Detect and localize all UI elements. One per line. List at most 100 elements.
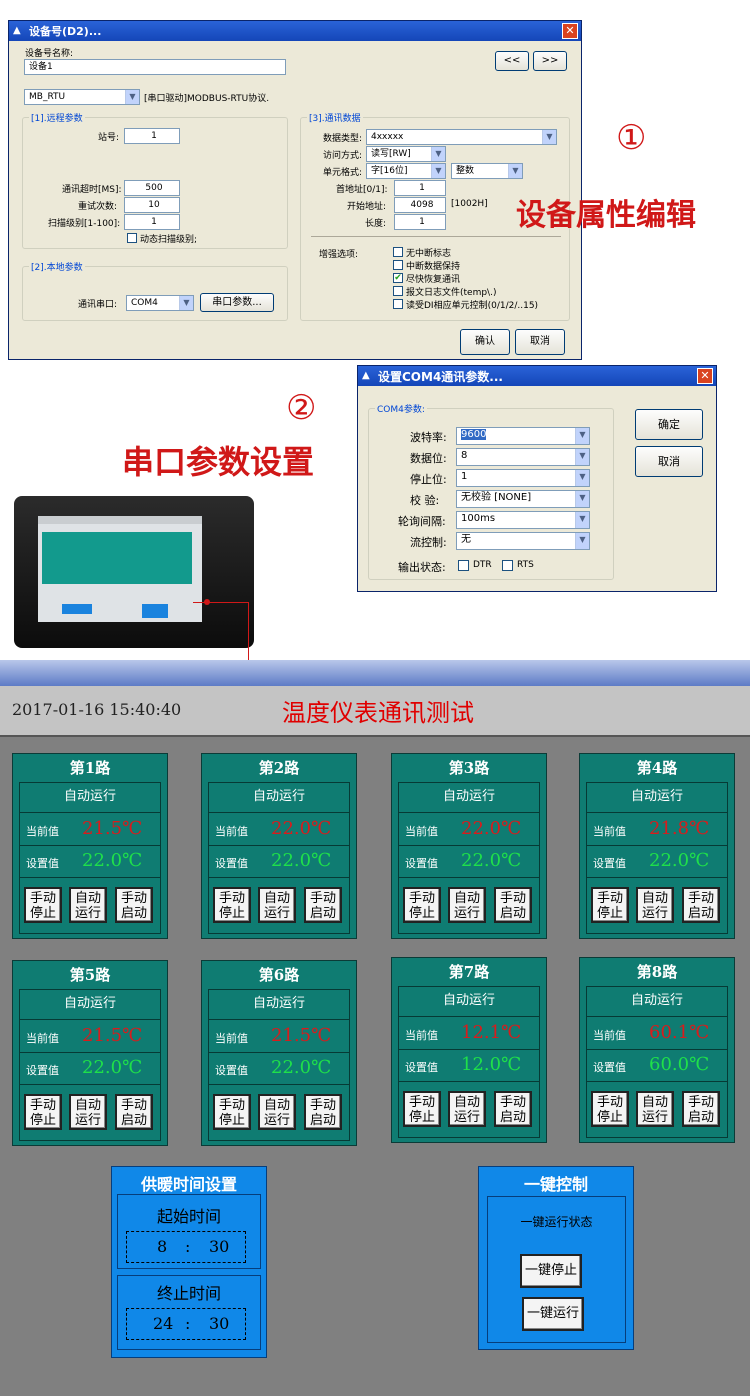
rts-label: RTS: [517, 560, 534, 570]
chevron-down-icon: ▼: [575, 533, 589, 549]
setpoint-value[interactable]: 22.0℃: [82, 1057, 142, 1078]
manual-start-button[interactable]: 手动 启动: [494, 1091, 532, 1127]
channel-button-bar: 手动 停止 自动 运行 手动 启动: [209, 1086, 349, 1141]
scan-level-input[interactable]: 1: [124, 214, 180, 230]
annotation-1-text: 设备属性编辑: [516, 198, 696, 233]
auto-run-button[interactable]: 自动 运行: [636, 887, 674, 923]
end-hour: 24: [153, 1314, 174, 1333]
setpoint-value[interactable]: 22.0℃: [271, 850, 331, 871]
flow-control-select[interactable]: 无 ▼: [456, 532, 590, 550]
first-addr-input[interactable]: 1: [394, 180, 446, 196]
chevron-down-icon: ▼: [179, 296, 193, 310]
manual-start-button[interactable]: 手动 启动: [304, 887, 342, 923]
one-key-stop-button[interactable]: 一键停止: [520, 1254, 582, 1288]
opt-log-file-checkbox[interactable]: [393, 286, 403, 296]
manual-stop-button[interactable]: 手动 停止: [403, 887, 441, 923]
first-addr-label: 首地址[0/1]:: [336, 185, 388, 195]
current-value: 21.8℃: [649, 818, 710, 839]
station-label: 站号:: [98, 133, 120, 143]
timeout-input[interactable]: 500: [124, 180, 180, 196]
serial-port-select[interactable]: COM4 ▼: [126, 295, 194, 311]
driver-select-value: MB_RTU: [29, 92, 66, 102]
opt-hold-data-checkbox[interactable]: [393, 260, 403, 270]
current-label: 当前值: [215, 825, 248, 838]
dynamic-scan-label: 动态扫描级别;: [140, 235, 198, 245]
number-format-select[interactable]: 整数 ▼: [451, 163, 523, 179]
manual-stop-button[interactable]: 手动 停止: [213, 887, 251, 923]
setpoint-value[interactable]: 22.0℃: [82, 850, 142, 871]
manual-stop-button[interactable]: 手动 停止: [24, 1094, 62, 1130]
manual-stop-button[interactable]: 手动 停止: [24, 887, 62, 923]
databits-select[interactable]: 8 ▼: [456, 448, 590, 466]
current-row: 当前值 21.5℃: [20, 1021, 160, 1053]
one-key-run-button[interactable]: 一键运行: [522, 1297, 584, 1331]
baud-select[interactable]: 9600 ▼: [456, 427, 590, 445]
current-value: 21.5℃: [82, 818, 143, 839]
auto-run-button[interactable]: 自动 运行: [69, 887, 107, 923]
driver-select[interactable]: MB_RTU ▼: [24, 89, 140, 105]
manual-stop-button[interactable]: 手动 停止: [403, 1091, 441, 1127]
manual-stop-button[interactable]: 手动 停止: [591, 1091, 629, 1127]
dynamic-scan-checkbox[interactable]: [127, 233, 137, 243]
poll-interval-select[interactable]: 100ms ▼: [456, 511, 590, 529]
current-value: 12.1℃: [461, 1022, 522, 1043]
channel-mode: 自动运行: [20, 783, 160, 813]
setpoint-value[interactable]: 12.0℃: [461, 1054, 521, 1075]
unit-format-select[interactable]: 字[16位] ▼: [366, 163, 446, 179]
serial-params-button[interactable]: 串口参数...: [200, 293, 274, 312]
stopbits-select[interactable]: 1 ▼: [456, 469, 590, 487]
retry-input[interactable]: 10: [124, 197, 180, 213]
close-icon[interactable]: ✕: [697, 368, 713, 384]
device-properties-window: ▲ 设备号(D2)... ✕ 设备号名称: 设备1 << >> MB_RTU ▼…: [8, 20, 582, 360]
access-mode-select[interactable]: 读写[RW] ▼: [366, 146, 446, 162]
dtr-checkbox[interactable]: [458, 560, 469, 571]
manual-start-button[interactable]: 手动 启动: [682, 887, 720, 923]
setpoint-value[interactable]: 60.0℃: [649, 1054, 709, 1075]
auto-run-button[interactable]: 自动 运行: [258, 887, 296, 923]
manual-start-button[interactable]: 手动 启动: [304, 1094, 342, 1130]
end-time-input[interactable]: 24 : 30: [126, 1308, 246, 1340]
manual-stop-button[interactable]: 手动 停止: [213, 1094, 251, 1130]
auto-run-button[interactable]: 自动 运行: [448, 887, 486, 923]
device-window-titlebar[interactable]: ▲ 设备号(D2)...: [9, 21, 581, 41]
auto-run-button[interactable]: 自动 运行: [69, 1094, 107, 1130]
prev-device-button[interactable]: <<: [495, 51, 529, 71]
channel-mode: 自动运行: [587, 987, 727, 1017]
manual-stop-button[interactable]: 手动 停止: [591, 887, 629, 923]
start-addr-input[interactable]: 4098: [394, 197, 446, 213]
setpoint-value[interactable]: 22.0℃: [271, 1057, 331, 1078]
com-ok-button[interactable]: 确定: [635, 409, 703, 440]
close-icon[interactable]: ✕: [562, 23, 578, 39]
start-time-input[interactable]: 8 : 30: [126, 1231, 246, 1263]
com-cancel-button[interactable]: 取消: [635, 446, 703, 477]
manual-start-button[interactable]: 手动 启动: [115, 1094, 153, 1130]
com-window-titlebar[interactable]: ▲ 设置COM4通讯参数...: [358, 366, 716, 386]
auto-run-button[interactable]: 自动 运行: [636, 1091, 674, 1127]
cancel-button[interactable]: 取消: [515, 329, 565, 355]
setpoint-row: 设置值 22.0℃: [20, 1053, 160, 1085]
data-type-select[interactable]: 4xxxxx ▼: [366, 129, 557, 145]
opt-di-control-label: 读受DI相应单元控制(0/1/2/..15): [406, 301, 539, 311]
current-value: 22.0℃: [461, 818, 522, 839]
opt-di-control-checkbox[interactable]: [393, 299, 403, 309]
auto-run-button[interactable]: 自动 运行: [258, 1094, 296, 1130]
station-input[interactable]: 1: [124, 128, 180, 144]
length-input[interactable]: 1: [394, 214, 446, 230]
manual-start-button[interactable]: 手动 启动: [682, 1091, 720, 1127]
ok-button[interactable]: 确认: [460, 329, 510, 355]
setpoint-value[interactable]: 22.0℃: [461, 850, 521, 871]
auto-run-button[interactable]: 自动 运行: [448, 1091, 486, 1127]
opt-no-interrupt-checkbox[interactable]: [393, 247, 403, 257]
manual-start-button[interactable]: 手动 启动: [494, 887, 532, 923]
output-state-label: 输出状态:: [398, 561, 446, 574]
channel-card: 第7路 自动运行 当前值 12.1℃ 设置值 12.0℃ 手动 停止 自动 运行 手动 启动: [391, 957, 547, 1143]
pointer-line-h: [193, 602, 249, 603]
parity-select[interactable]: 无校验 [NONE] ▼: [456, 490, 590, 508]
rts-checkbox[interactable]: [502, 560, 513, 571]
next-device-button[interactable]: >>: [533, 51, 567, 71]
manual-start-button[interactable]: 手动 启动: [115, 887, 153, 923]
setpoint-value[interactable]: 22.0℃: [649, 850, 709, 871]
channel-mode: 自动运行: [399, 783, 539, 813]
device-name-input[interactable]: 设备1: [24, 59, 286, 75]
opt-fast-recover-checkbox[interactable]: ✔: [393, 273, 403, 283]
